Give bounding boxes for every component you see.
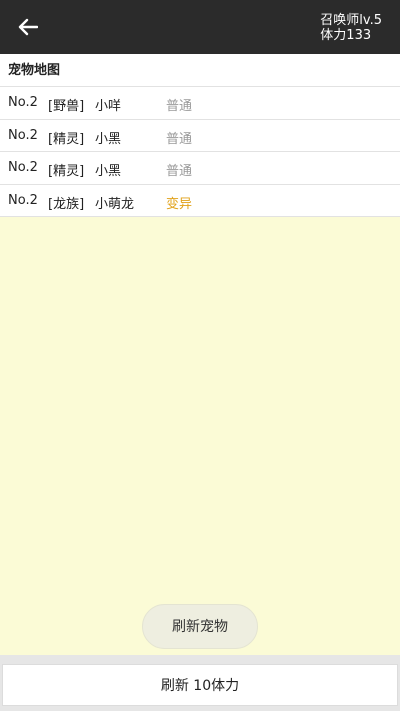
arrow-left-icon xyxy=(18,18,38,36)
pet-row[interactable]: No.2 [野兽] 小咩 普通 xyxy=(0,87,400,120)
stamina-count: 体力133 xyxy=(320,28,372,43)
pet-number: No.2 xyxy=(8,127,38,143)
pet-category: [龙族] xyxy=(48,196,85,212)
pet-quality: 普通 xyxy=(166,99,193,114)
section-title: 宠物地图 xyxy=(0,54,400,87)
pet-row[interactable]: No.2 [精灵] 小黑 普通 xyxy=(0,152,400,185)
pet-quality: 变异 xyxy=(166,196,193,212)
pet-row[interactable]: No.2 [精灵] 小黑 普通 xyxy=(0,119,400,152)
pet-category: [精灵] xyxy=(48,131,85,147)
pet-name: 小萌龙 xyxy=(95,196,135,212)
back-button[interactable] xyxy=(12,12,44,42)
pet-number: No.2 xyxy=(8,95,38,110)
pet-name: 小咩 xyxy=(95,99,122,114)
pet-name: 小黑 xyxy=(95,131,122,147)
pet-number: No.2 xyxy=(8,192,38,208)
pet-name: 小黑 xyxy=(95,164,122,179)
pet-number: No.2 xyxy=(8,160,38,175)
pet-category: [精灵] xyxy=(48,164,85,179)
refresh-cost-button[interactable]: 刷新 10体力 xyxy=(2,664,398,706)
bottom-bar: 刷新 10体力 xyxy=(0,655,400,711)
refresh-pet-button[interactable]: 刷新宠物 xyxy=(142,604,258,649)
pet-map-panel: 宠物地图 No.2 [野兽] 小咩 普通 No.2 [精灵] 小黑 普通 No.… xyxy=(0,54,400,217)
pet-quality: 普通 xyxy=(166,164,193,179)
top-bar: 召唤师lv.5 体力133 xyxy=(0,0,400,54)
pet-category: [野兽] xyxy=(48,99,85,114)
pet-quality: 普通 xyxy=(166,131,193,147)
pet-row[interactable]: No.2 [龙族] 小萌龙 变异 xyxy=(0,184,400,217)
summoner-level: 召唤师lv.5 xyxy=(320,13,382,28)
player-status: 召唤师lv.5 体力133 xyxy=(320,13,382,43)
